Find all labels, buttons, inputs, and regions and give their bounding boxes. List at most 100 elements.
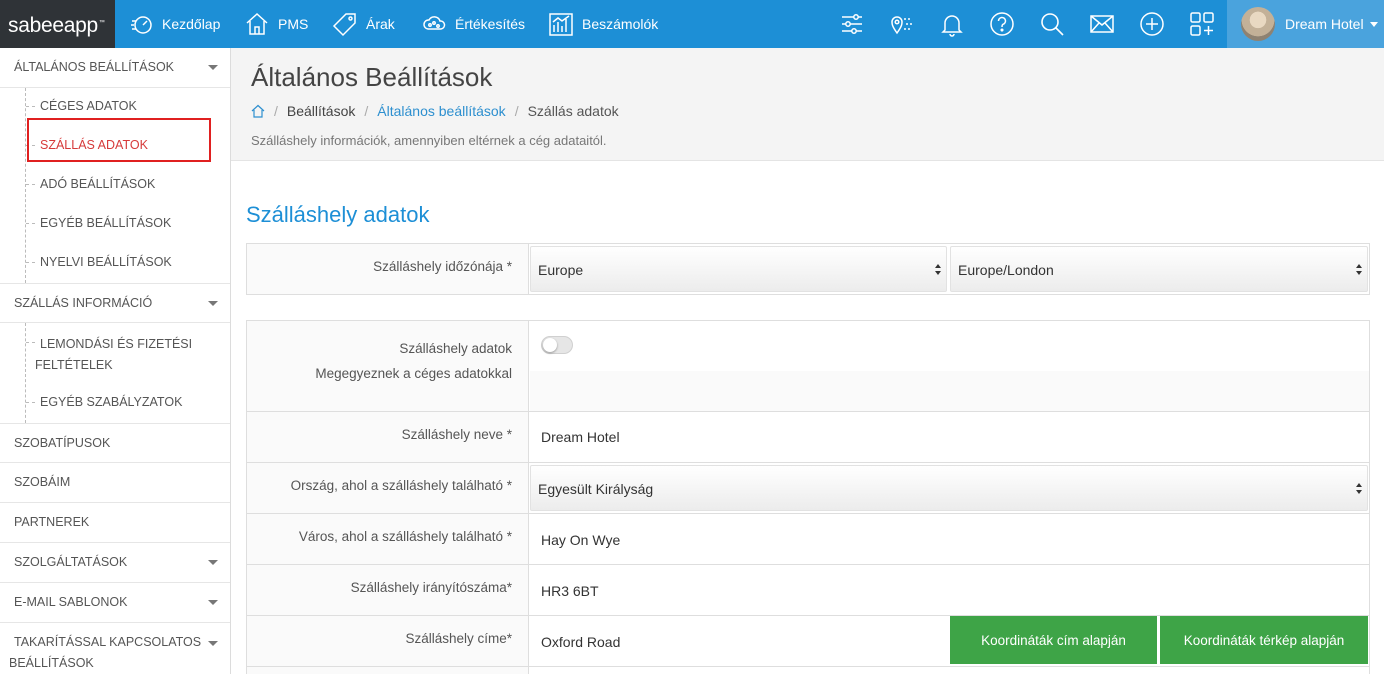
plus-icon[interactable] [1137,9,1167,39]
sidebar-item-label: CÉGES ADATOK [40,99,137,113]
name-field[interactable]: Dream Hotel [541,429,620,445]
breadcrumb-szallas-adatok: Szállás adatok [527,103,619,119]
sidebar-item-label-line2: FELTÉTELEK [35,358,113,372]
same-data-label-line1: Szálláshely adatok [399,341,512,356]
dashboard-icon [131,16,152,34]
timezone-city-select[interactable]: Europe/London [950,246,1368,292]
chevron-down-icon [208,600,218,605]
country-label: Ország, ahol a szálláshely található * [247,463,529,513]
timezone-label: Szálláshely időzónája * [247,244,529,294]
home-icon[interactable] [251,104,265,118]
nav-pms-label: PMS [278,16,309,32]
breadcrumb-separator: / [514,103,519,119]
user-name: Dream Hotel [1285,16,1364,32]
nav-pms[interactable]: PMS [244,0,308,48]
form-row-city: Város, ahol a szálláshely található * Ha… [246,513,1370,565]
form-row-name: Szálláshely neve * Dream Hotel [246,411,1370,463]
country-value: Egyesült Királyság [538,481,654,497]
sidebar-section-szobaim[interactable]: SZOBÁIM [0,463,230,503]
nav-ertekesites-label: Értékesítés [455,16,526,32]
sidebar-section-email-sablonok[interactable]: E-MAIL SABLONOK [0,583,230,623]
sidebar-item-nyelvi-beallitasok[interactable]: NYELVI BEÁLLÍTÁSOK [0,243,230,282]
bar-chart-icon [549,13,573,36]
breadcrumb: / Beállítások / Általános beállítások / … [251,103,619,119]
mail-icon[interactable] [1087,9,1117,39]
timezone-region-select[interactable]: Europe [530,246,947,292]
select-arrows-icon [1356,264,1363,276]
breadcrumb-separator: / [364,103,369,119]
top-navbar: sabeeapp™ Kezdőlap PMS Árak Értékesítés … [0,0,1384,48]
user-menu[interactable]: Dream Hotel [1227,0,1384,48]
zip-label: Szálláshely irányítószáma* [247,565,529,615]
page-title: Általános Beállítások [251,62,493,92]
chevron-down-icon [208,65,218,70]
breadcrumb-altalanos-beallitasok[interactable]: Általános beállítások [377,103,505,119]
sliders-icon[interactable] [837,9,867,39]
chevron-down-icon [208,641,218,646]
sidebar-section-szobatipusok[interactable]: SZOBATÍPUSOK [0,423,230,463]
form-row-timezone: Szálláshely időzónája * Europe Europe/Lo… [246,243,1370,295]
price-tag-icon [332,13,356,37]
page-description: Szálláshely információk, amennyiben elté… [251,133,607,148]
breadcrumb-beallitasok[interactable]: Beállítások [287,103,355,119]
page-header: Általános Beállítások / Beállítások / Ál… [231,48,1384,161]
sidebar-section-label: SZOLGÁLTATÁSOK [14,555,128,569]
sidebar-section-label: PARTNEREK [14,515,90,529]
location-icon[interactable] [887,9,917,39]
nav-ertekesites[interactable]: Értékesítés [421,0,525,48]
chevron-down-icon [1369,21,1378,27]
nav-kezdolap[interactable]: Kezdőlap [130,0,220,48]
same-data-label-line2: Megegyeznek a céges adatokkal [315,366,512,381]
coords-by-address-button[interactable]: Koordináták cím alapján [950,616,1157,664]
sidebar-item-label: EGYÉB BEÁLLÍTÁSOK [40,216,172,230]
nav-arak-label: Árak [366,16,395,32]
sabeeapp-logo[interactable]: sabeeapp™ [0,0,115,48]
sidebar-section-szolgaltatasok[interactable]: SZOLGÁLTATÁSOK [0,543,230,583]
sidebar-section-label: ÁLTALÁNOS BEÁLLÍTÁSOK [14,60,175,74]
country-select[interactable]: Egyesült Királyság [530,465,1368,511]
search-icon[interactable] [1037,9,1067,39]
chevron-down-icon [208,560,218,565]
apps-icon[interactable] [1187,9,1217,39]
form-row-next [246,666,1370,674]
timezone-region-value: Europe [538,262,584,278]
coords-by-map-button[interactable]: Koordináták térkép alapján [1160,616,1368,664]
form-row-country: Ország, ahol a szálláshely található * E… [246,462,1370,514]
nav-kezdolap-label: Kezdőlap [162,16,221,32]
sidebar-item-label: LEMONDÁSI ÉS FIZETÉSI [40,337,193,351]
sidebar-item-lemondasi-feltetelek[interactable]: LEMONDÁSI ÉS FIZETÉSI FELTÉTELEK [0,334,230,378]
nav-arak[interactable]: Árak [332,0,395,48]
sidebar-item-egyeb-beallitasok[interactable]: EGYÉB BEÁLLÍTÁSOK [0,204,230,243]
same-data-toggle[interactable] [541,336,573,354]
sidebar-section-szallas-informacio[interactable]: SZÁLLÁS INFORMÁCIÓ [0,283,230,323]
city-field[interactable]: Hay On Wye [541,532,620,548]
name-label: Szálláshely neve * [247,412,529,462]
same-data-footer [530,371,1369,412]
sidebar-section-label: E-MAIL SABLONOK [14,595,128,609]
zip-field[interactable]: HR3 6BT [541,583,599,599]
help-icon[interactable] [987,9,1017,39]
next-row-label [247,667,529,674]
address-label: Szálláshely címe* [247,616,529,666]
chevron-down-icon [208,301,218,306]
bell-icon[interactable] [937,9,967,39]
same-data-label: Szálláshely adatok Megegyeznek a céges a… [247,321,529,411]
select-arrows-icon [935,264,942,276]
sidebar-item-label: EGYÉB SZABÁLYZATOK [40,395,183,409]
sidebar-section-label: SZOBÁIM [14,475,71,489]
cloud-network-icon [423,16,446,30]
nav-beszamolok[interactable]: Beszámolók [548,0,658,48]
address-field[interactable]: Oxford Road [541,634,620,650]
sidebar-item-egyeb-szabalyzatok[interactable]: EGYÉB SZABÁLYZATOK [0,383,230,422]
home-icon [246,12,268,35]
form-row-zip: Szálláshely irányítószáma* HR3 6BT [246,564,1370,616]
sidebar-section-partnerek[interactable]: PARTNEREK [0,503,230,543]
avatar [1241,7,1275,41]
sidebar-section-label: TAKARÍTÁSSAL KAPCSOLATOS [14,635,202,649]
form-row-address: Szálláshely címe* Oxford Road Koordinátá… [246,615,1370,667]
sidebar-item-ado-beallitasok[interactable]: ADÓ BEÁLLÍTÁSOK [0,165,230,204]
sidebar-section-takaritas[interactable]: TAKARÍTÁSSAL KAPCSOLATOS BEÁLLÍTÁSOK [0,623,230,674]
sidebar-section-general[interactable]: ÁLTALÁNOS BEÁLLÍTÁSOK [0,48,230,88]
highlight-box [27,118,211,162]
logo-text: sabeeapp [8,14,98,37]
